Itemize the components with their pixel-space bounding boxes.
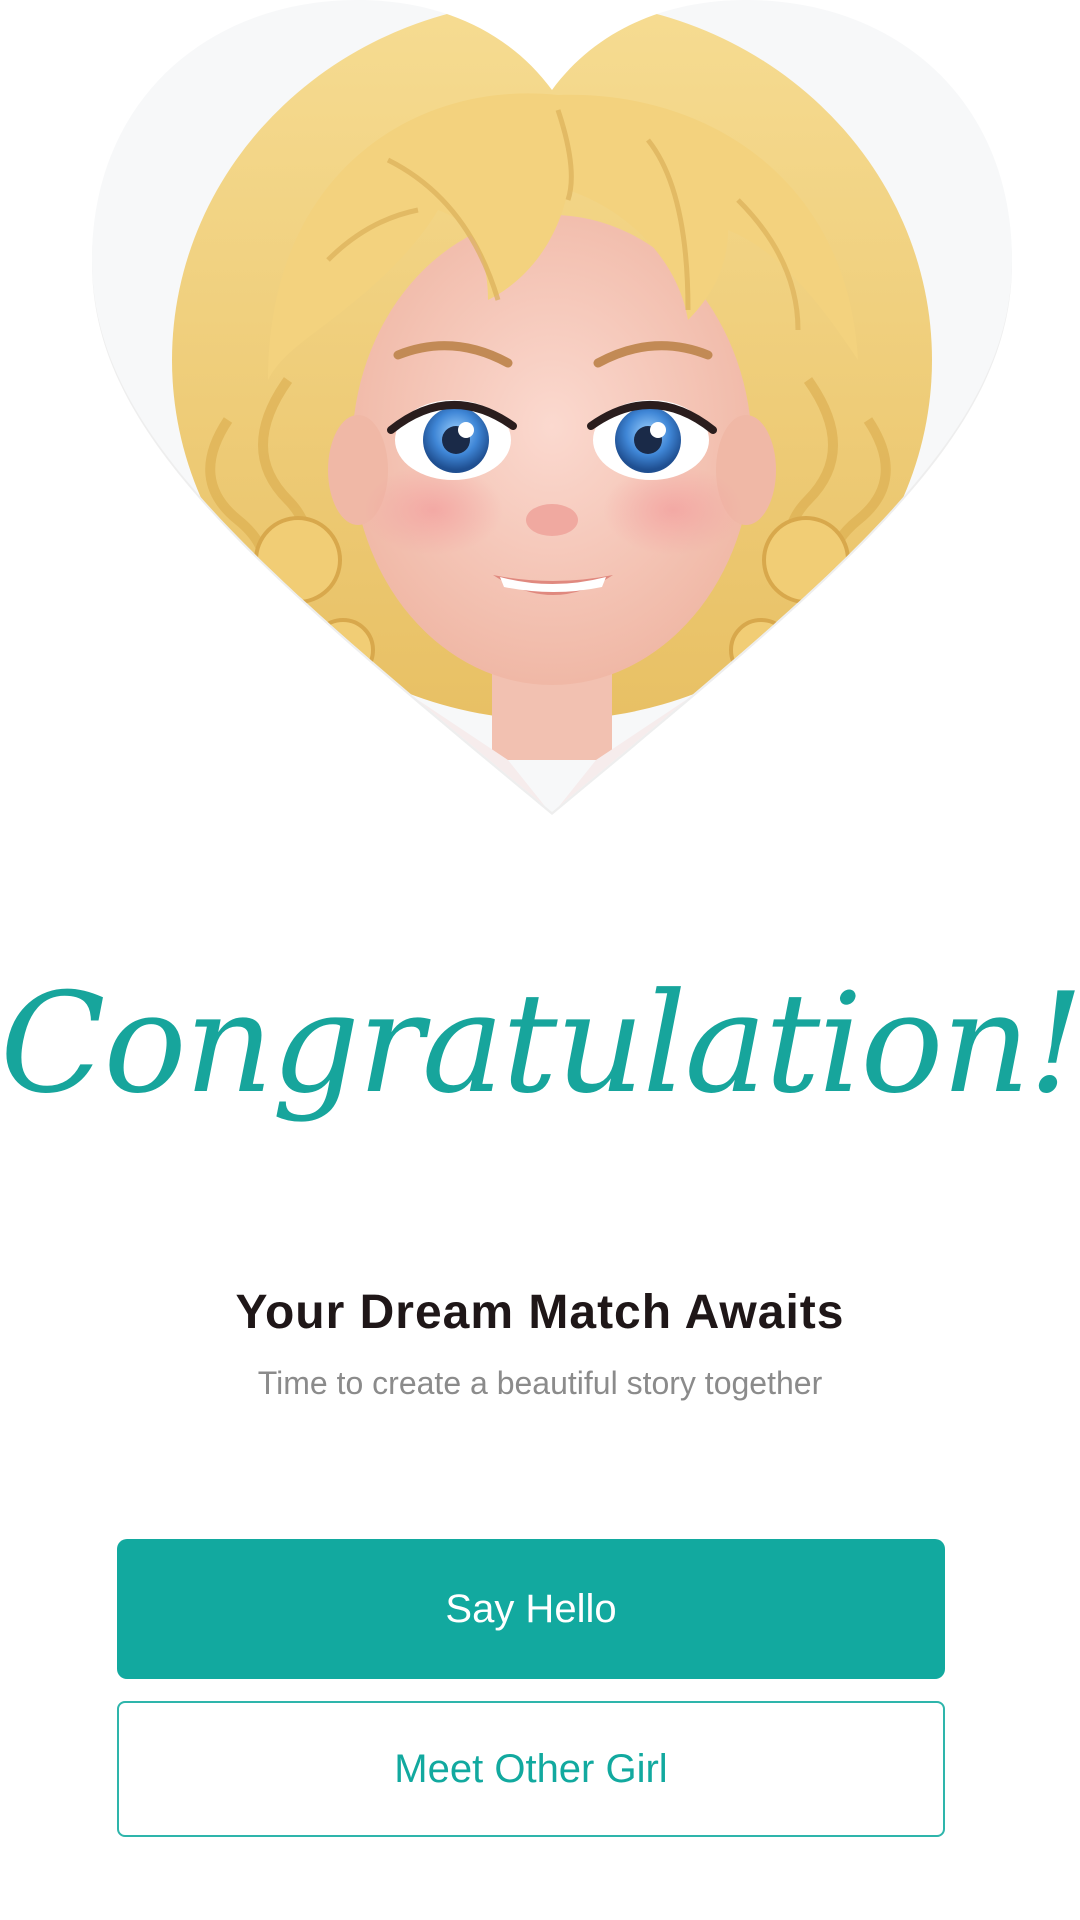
congratulation-headline: Congratulation! bbox=[0, 963, 1080, 1124]
meet-other-girl-label: Meet Other Girl bbox=[394, 1746, 668, 1791]
heart-profile-photo bbox=[88, 0, 1016, 815]
say-hello-button[interactable]: Say Hello bbox=[117, 1539, 945, 1679]
say-hello-label: Say Hello bbox=[445, 1586, 617, 1631]
match-subtitle: Your Dream Match Awaits bbox=[235, 1286, 845, 1339]
meet-other-girl-button[interactable]: Meet Other Girl bbox=[117, 1701, 945, 1837]
match-tagline: Time to create a beautiful story togethe… bbox=[257, 1365, 823, 1401]
